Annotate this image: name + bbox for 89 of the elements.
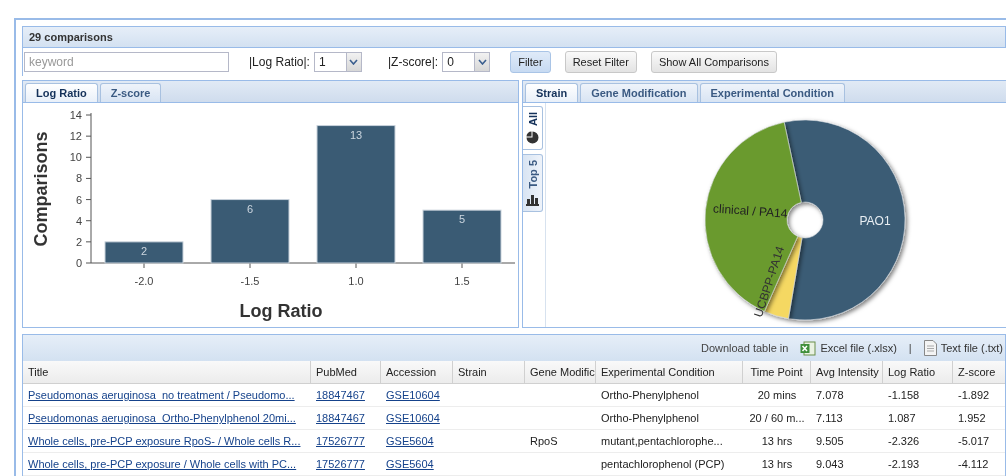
y-axis-title: Comparisons <box>31 131 51 247</box>
z-score-label: |Z-score|: <box>387 55 439 69</box>
document-icon <box>923 340 937 356</box>
y-tick-label: 0 <box>75 257 82 269</box>
bar-value-label: 2 <box>140 244 148 257</box>
table-link[interactable]: 18847467 <box>316 389 365 401</box>
category-tab[interactable]: Strain <box>525 83 579 102</box>
table-cell: pentachlorophenol (PCP) <box>601 458 725 470</box>
y-tick-label: 2 <box>75 235 82 248</box>
show-all-button[interactable]: Show All Comparisons <box>650 51 777 73</box>
download-link[interactable]: Text file (.txt) <box>940 342 1003 354</box>
table-link[interactable]: 18847467 <box>316 412 365 424</box>
chart-tab[interactable]: Log Ratio <box>25 83 98 102</box>
y-tick-label: 4 <box>75 214 82 227</box>
table-cell: 20 / 60 m... <box>749 412 805 424</box>
z-score-select[interactable]: 0 <box>442 52 491 72</box>
table-cell: -4.112 <box>958 458 989 470</box>
table-link[interactable]: Pseudomonas aeruginosa_no treatment / Pseudomo... <box>28 389 295 401</box>
bar-value-label: 6 <box>246 202 254 215</box>
log-ratio-select[interactable]: 1 <box>313 52 362 72</box>
table-link[interactable]: GSE10604 <box>386 412 440 424</box>
table-cell: 1.087 <box>888 412 916 424</box>
column-header[interactable]: Experimental Condition <box>596 361 743 383</box>
x-tick-label: 1.5 <box>454 275 470 287</box>
column-header[interactable]: Gene Modific <box>525 361 596 383</box>
x-axis-title: Log Ratio <box>239 301 323 321</box>
download-label: Download table in <box>700 342 789 354</box>
keyword-field[interactable]: keyword <box>24 52 229 72</box>
table-cell: 9.043 <box>816 458 844 470</box>
table-cell: -5.017 <box>958 435 990 447</box>
table-cell: Ortho-Phenylphenol <box>601 389 699 401</box>
table-cell: mutant,pentachlorophe... <box>601 435 723 447</box>
column-header[interactable]: Z-score <box>953 361 1006 383</box>
category-tab[interactable]: Gene Modification <box>580 83 698 102</box>
table-cell: 13 hrs <box>761 435 793 447</box>
column-header[interactable]: Log Ratio <box>883 361 953 383</box>
column-header[interactable]: Accession <box>381 361 453 383</box>
caret-icon <box>474 53 490 71</box>
y-tick-label: 10 <box>69 151 82 164</box>
column-header[interactable]: Strain <box>453 361 525 383</box>
log-ratio-label: |Log Ratio|: <box>249 55 310 69</box>
table-cell: RpoS <box>530 435 558 447</box>
view-tab[interactable]: All <box>523 106 543 151</box>
table-cell: -1.892 <box>958 389 990 401</box>
pie-chart-icon <box>526 131 539 145</box>
column-header[interactable]: Time Point <box>743 361 811 383</box>
table-link[interactable]: GSE5604 <box>386 458 434 470</box>
comparisons-count: 29 comparisons <box>22 26 1006 48</box>
table-link[interactable]: 17526777 <box>316 458 365 470</box>
table-link[interactable]: Whole cells, pre-PCP exposure / Whole cells with PC... <box>28 458 297 470</box>
chart-tab[interactable]: Z-score <box>99 83 162 102</box>
column-header[interactable]: Title <box>23 361 311 383</box>
y-tick-label: 8 <box>75 172 82 185</box>
table-cell: 7.113 <box>816 412 843 424</box>
caret-icon <box>345 53 361 71</box>
column-header[interactable]: Avg Intensity <box>811 361 883 383</box>
view-tab[interactable]: Top 5 <box>523 154 543 212</box>
bar-value-label: 13 <box>349 128 363 141</box>
spreadsheet-icon <box>800 340 817 356</box>
table-cell: -2.326 <box>888 435 920 447</box>
column-header[interactable]: PubMed <box>311 361 381 383</box>
table-cell: 1.952 <box>958 412 986 424</box>
y-tick-label: 6 <box>75 193 82 206</box>
table-link[interactable]: Whole cells, pre-PCP exposure RpoS- / Whole cells R... <box>28 435 301 447</box>
bar-value-label: 5 <box>458 213 466 226</box>
filter-button[interactable]: Filter <box>510 51 551 73</box>
reset-filter-button[interactable]: Reset Filter <box>564 51 637 73</box>
slice-label: clinical / PA14 <box>712 201 788 221</box>
table-cell: 20 mins <box>757 389 797 401</box>
table-cell: 13 hrs <box>761 458 793 470</box>
table-cell: 9.505 <box>816 435 844 447</box>
table-cell: -2.193 <box>888 458 920 470</box>
table-link[interactable]: GSE5604 <box>386 435 434 447</box>
separator: | <box>908 342 912 354</box>
y-tick-label: 14 <box>69 109 82 121</box>
y-tick-label: 12 <box>69 130 82 143</box>
table-cell: 7.078 <box>816 389 844 401</box>
x-tick-label: -2.0 <box>134 275 154 287</box>
x-tick-label: -1.5 <box>240 275 260 287</box>
table-link[interactable]: Pseudomonas aeruginosa_Ortho-Phenylphenol 20mi... <box>28 412 296 424</box>
table-link[interactable]: GSE10604 <box>386 389 440 401</box>
slice-label: PAO1 <box>859 214 891 228</box>
table-cell: Ortho-Phenylphenol <box>601 412 699 424</box>
download-link[interactable]: Excel file (.xlsx) <box>820 342 897 354</box>
bar-chart-icon <box>526 193 539 206</box>
table-cell: -1.158 <box>888 389 920 401</box>
category-tab[interactable]: Experimental Condition <box>699 83 845 102</box>
x-tick-label: 1.0 <box>348 275 364 287</box>
table-link[interactable]: 17526777 <box>316 435 365 447</box>
